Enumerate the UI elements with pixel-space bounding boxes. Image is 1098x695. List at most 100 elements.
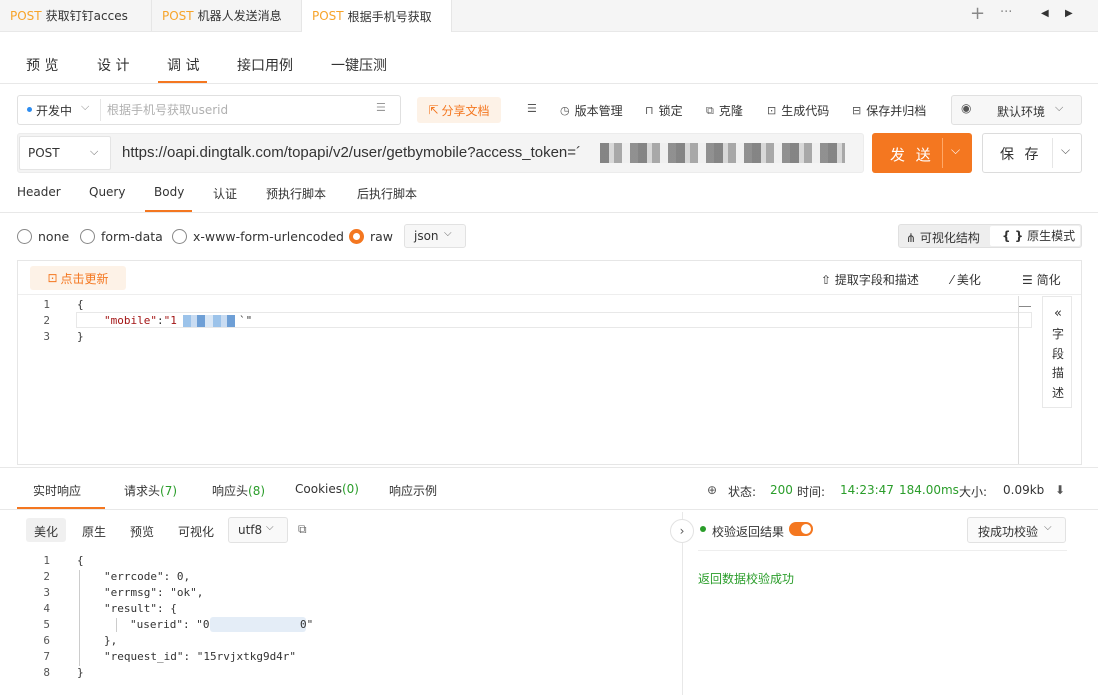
json-colon: : — [156, 314, 164, 327]
divider — [0, 83, 1098, 84]
raw-mode-button[interactable]: { } 原生模式 — [990, 226, 1080, 246]
code-line[interactable]: } — [77, 330, 84, 343]
response-time: 14:23:47 — [840, 483, 894, 497]
simplify-label: 简化 — [1036, 273, 1061, 287]
radio-raw[interactable] — [349, 229, 364, 244]
code-line: "result": { — [104, 602, 177, 615]
view-beautify[interactable]: 美化 — [34, 523, 58, 540]
env-select[interactable]: 开发中 — [36, 102, 72, 119]
tab-response-examples[interactable]: 响应示例 — [389, 482, 437, 499]
save-archive-button[interactable]: ⊟ 保存并归档 — [852, 102, 926, 119]
chevron-down-icon: ⌵ — [1044, 522, 1052, 533]
raw-mode-label: 原生模式 — [1027, 229, 1076, 243]
add-tab-icon[interactable]: + — [970, 3, 985, 24]
tab-body[interactable]: Body — [154, 185, 184, 199]
chevron-down-icon[interactable]: ⌵ — [951, 143, 960, 158]
chevron-down-icon[interactable]: ⌵ — [81, 100, 89, 114]
code-line[interactable]: "mobile":"1 — [104, 314, 177, 327]
view-preview[interactable]: 预览 — [130, 523, 154, 540]
validation-mode-label: 按成功校验 — [978, 525, 1039, 539]
update-label: 点击更新 — [60, 271, 109, 286]
request-tab-label: 根据手机号获取 — [347, 9, 432, 24]
divider — [1052, 138, 1053, 168]
simplify-button[interactable]: ☰ 简化 — [1022, 271, 1061, 288]
visual-mode-button[interactable]: ⋔ 可视化结构 — [906, 229, 980, 246]
globe-icon[interactable]: ⊕ — [707, 483, 717, 497]
raw-format-label: json — [414, 229, 439, 243]
tab-label: Cookies — [295, 482, 342, 496]
tab-request-headers[interactable]: 请求头(7) — [124, 482, 177, 499]
description-input[interactable] — [107, 98, 367, 122]
tab-auth[interactable]: 认证 — [213, 185, 237, 202]
prev-tab-icon[interactable]: ◀ — [1041, 8, 1049, 19]
send-label: 发 送 — [890, 146, 934, 164]
method-tag: POST — [162, 8, 194, 23]
url-input[interactable]: https://oapi.dingtalk.com/topapi/v2/user… — [122, 144, 581, 161]
size-label: 大小: — [959, 485, 988, 499]
share-doc-button[interactable]: ⇱ 分享文档 — [417, 97, 501, 123]
request-tab-label: 机器人发送消息 — [197, 9, 282, 23]
tab-load-test[interactable]: 一键压测 — [331, 55, 387, 75]
code-line: "request_id": "15rvjxtkg9d4r" — [104, 650, 297, 663]
clock-icon: ◷ — [560, 104, 570, 117]
view-raw[interactable]: 原生 — [82, 523, 106, 540]
tab-live-response[interactable]: 实时响应 — [33, 482, 81, 499]
extract-fields-button[interactable]: ⇧ 提取字段和描述 — [821, 271, 919, 288]
tab-query[interactable]: Query — [89, 185, 125, 199]
eye-icon[interactable]: ◉ — [961, 101, 971, 115]
tab-response-headers[interactable]: 响应头(8) — [212, 482, 265, 499]
tab-debug[interactable]: 调 试 — [167, 55, 199, 75]
radio-urlencoded[interactable] — [172, 229, 187, 244]
outline-button[interactable]: ☰ — [527, 102, 537, 115]
tab-preview[interactable]: 预 览 — [26, 55, 58, 75]
clone-button[interactable]: ⧉ 克隆 — [706, 102, 743, 119]
line-number: 5 — [43, 618, 50, 631]
collapse-left-icon[interactable]: « — [1051, 304, 1065, 324]
tab-cookies[interactable]: Cookies(0) — [295, 482, 359, 496]
generate-code-label: 生成代码 — [781, 104, 830, 118]
editor-scrollbar[interactable] — [1018, 296, 1019, 464]
archive-icon: ⊟ — [852, 104, 862, 117]
request-tab[interactable]: POST 机器人发送消息 — [152, 0, 302, 31]
radio-none[interactable] — [17, 229, 32, 244]
beautify-button[interactable]: ⁄ 美化 — [951, 271, 981, 288]
code-line: "errmsg": "ok", — [104, 586, 204, 599]
format-icon[interactable]: ☰ — [376, 101, 386, 114]
validation-label: 校验返回结果 — [712, 525, 785, 539]
view-visual[interactable]: 可视化 — [178, 523, 214, 540]
radio-form-data[interactable] — [80, 229, 95, 244]
next-tab-icon[interactable]: ▶ — [1065, 8, 1073, 19]
divider — [100, 99, 101, 121]
copy-icon[interactable]: ⧉ — [298, 522, 307, 537]
tab-test-cases[interactable]: 接口用例 — [237, 55, 293, 75]
tab-pre-script[interactable]: 预执行脚本 — [266, 185, 326, 202]
tab-post-script[interactable]: 后执行脚本 — [357, 185, 417, 202]
code-line[interactable]: { — [77, 298, 84, 311]
version-button[interactable]: ◷ 版本管理 — [560, 102, 623, 119]
beautify-label: 美化 — [956, 273, 981, 287]
env-status-dot — [27, 107, 32, 112]
chevron-down-icon: ⌵ — [266, 522, 274, 533]
lock-button[interactable]: ⊓ 锁定 — [645, 102, 683, 119]
code-line: } — [77, 666, 84, 679]
chevron-down-icon: ⌵ — [444, 228, 452, 239]
tab-header[interactable]: Header — [17, 185, 61, 199]
update-button[interactable]: ⊡ 点击更新 — [30, 266, 126, 290]
more-icon[interactable]: ··· — [1000, 5, 1012, 20]
request-tab[interactable]: POST 获取钉钉acces — [0, 0, 152, 31]
chevron-down-icon[interactable]: ⌵ — [1061, 143, 1070, 158]
request-tab-active[interactable]: POST 根据手机号获取 — [302, 0, 452, 32]
tab-design[interactable]: 设 计 — [97, 55, 129, 75]
outline-icon: ☰ — [527, 102, 537, 115]
line-number: 3 — [43, 330, 50, 343]
chevron-right-icon[interactable]: › — [670, 519, 694, 543]
method-label: POST — [28, 146, 60, 160]
line-number: 1 — [43, 298, 50, 311]
time-label: 时间: — [797, 485, 826, 499]
generate-code-button[interactable]: ⊡ 生成代码 — [767, 102, 829, 119]
braces-icon: { } — [1002, 229, 1024, 243]
edit-icon: ⊡ — [47, 271, 58, 285]
line-number: 2 — [43, 314, 50, 327]
toggle-knob — [801, 524, 811, 534]
download-icon[interactable]: ⬇ — [1055, 483, 1065, 497]
